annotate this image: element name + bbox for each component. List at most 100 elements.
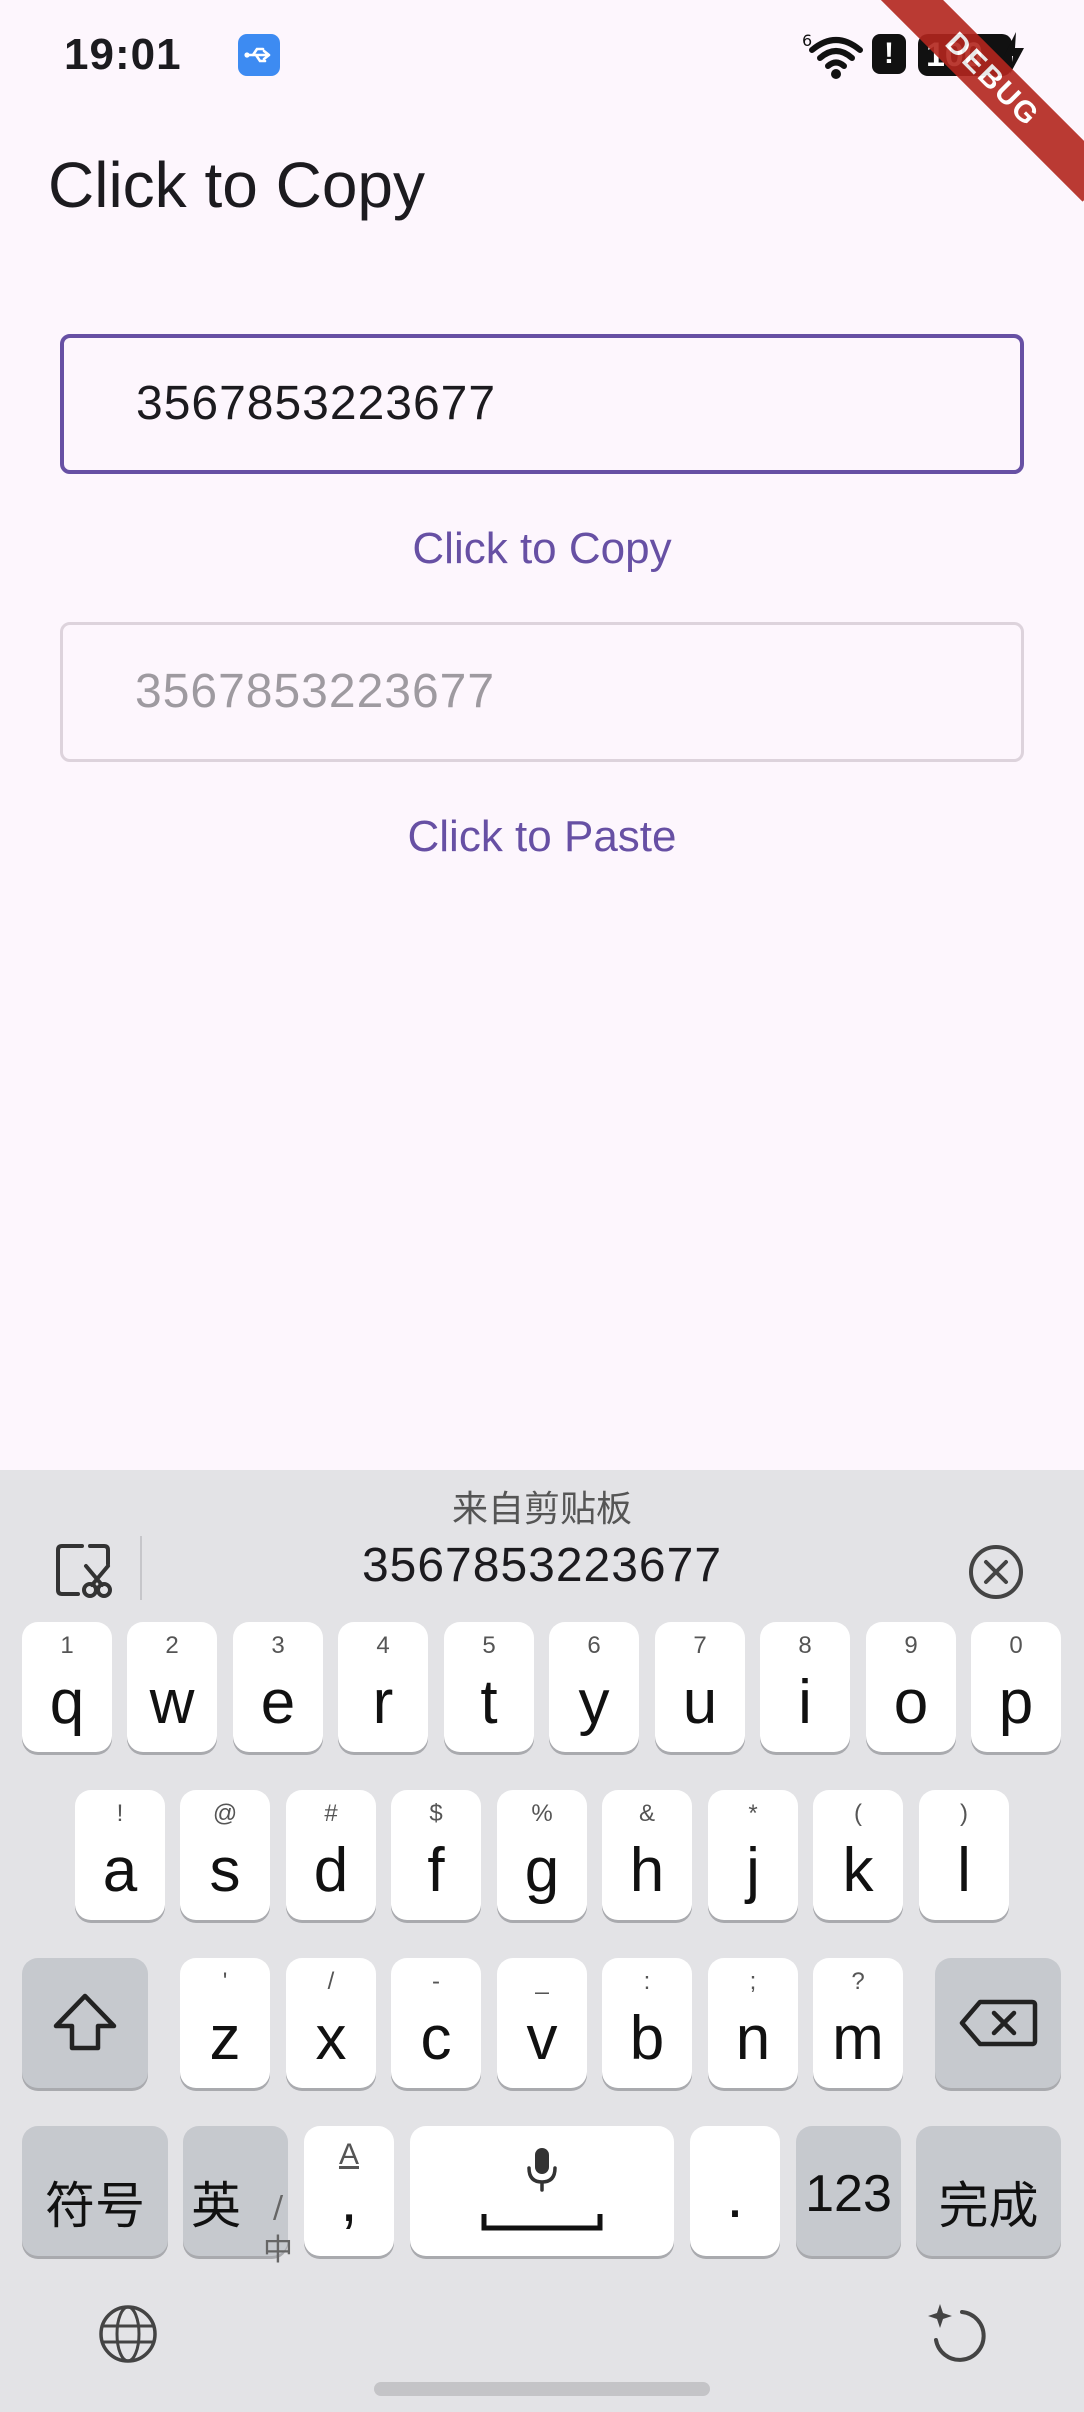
copy-button[interactable]: Click to Copy [0,514,1084,584]
key-label: t [480,1668,498,1737]
charging-bolt-icon [1004,32,1024,74]
key-d[interactable]: # d [286,1790,376,1920]
clipboard-item[interactable]: 3567853223677 [0,1538,1084,1593]
key-j[interactable]: * j [708,1790,798,1920]
key-sub-label: ! [116,1800,124,1827]
key-s[interactable]: @ s [180,1790,270,1920]
key-label: e [260,1668,296,1737]
key-q[interactable]: 1q [22,1622,112,1752]
paste-text-field[interactable]: 3567853223677 [60,622,1024,762]
key-label: i [798,1668,812,1737]
key-sub-label: ) [960,1800,968,1827]
key-o[interactable]: 9o [866,1622,956,1752]
key-t[interactable]: 5t [444,1622,534,1752]
key-l[interactable]: ) l [919,1790,1009,1920]
space-key[interactable] [410,2126,674,2256]
status-time: 19:01 [64,30,182,79]
key-label: c [420,2004,452,2073]
key-u[interactable]: 7u [655,1622,745,1752]
key-label: v [526,2004,558,2073]
paste-field-value: 3567853223677 [135,665,496,718]
key-w[interactable]: 2w [127,1622,217,1752]
alert-icon: ! [872,34,906,74]
copy-text-field[interactable]: 3567853223677 [60,334,1024,474]
key-sub-label: 8 [798,1632,812,1659]
period-key-label: . [726,2162,744,2231]
key-label: b [629,2004,665,2073]
key-label: h [629,1836,665,1905]
key-label: p [998,1668,1034,1737]
key-label: l [957,1836,971,1905]
key-sub-label: # [324,1800,338,1827]
numbers-key[interactable]: 123 [796,2126,901,2256]
key-v[interactable]: _ v [497,1958,587,2088]
done-key[interactable]: 完成 [916,2126,1061,2256]
key-r[interactable]: 4r [338,1622,428,1752]
key-c[interactable]: -c [391,1958,481,2088]
key-sub-label: : [643,1968,651,1995]
clipboard-header: 来自剪贴板 [451,1489,632,1530]
key-label: x [315,2004,347,2073]
lang-key-main: 英 [191,2177,241,2235]
key-sub-label: % [531,1800,553,1827]
soft-keyboard: 来自剪贴板 3567853223677 1q 2w 3e 4r 5t 6y 7u… [0,1470,1084,2412]
language-switch-key[interactable]: 英 /中 [183,2126,293,2268]
shift-icon [53,1993,117,2051]
clipboard-close-icon[interactable] [966,1542,1026,1602]
key-sub-label: ( [854,1800,862,1827]
key-m[interactable]: ? m [813,1958,903,2088]
key-h[interactable]: & h [602,1790,692,1920]
key-x[interactable]: / x [286,1958,376,2088]
key-n[interactable]: ; n [708,1958,798,2088]
key-b[interactable]: :b [602,1958,692,2088]
key-label: s [209,1836,241,1905]
key-f[interactable]: $ f [391,1790,481,1920]
home-indicator[interactable] [374,2382,710,2396]
symbols-key[interactable]: 符号 [22,2126,168,2256]
period-key[interactable]: . [690,2126,780,2256]
battery-icon: 100 [918,34,1012,76]
copy-field-value: 3567853223677 [136,377,497,430]
key-p[interactable]: 0p [971,1622,1061,1752]
key-i[interactable]: 8i [760,1622,850,1752]
key-label: a [102,1836,138,1905]
globe-icon[interactable] [96,2302,160,2366]
key-sub-label: 3 [271,1632,285,1659]
key-label: u [682,1668,718,1737]
wifi-icon: 6 [802,31,863,79]
comma-key-label: , [340,2166,358,2235]
comma-key[interactable]: A , [304,2126,394,2256]
key-sub-label: _ [535,1968,549,1995]
backspace-key[interactable] [935,1958,1061,2088]
paste-button[interactable]: Click to Paste [0,802,1084,872]
key-sub-label: 1 [60,1632,74,1659]
lang-key-alt: /中 [263,2190,293,2268]
key-sub-label: ? [851,1968,865,1995]
key-label: j [746,1836,760,1905]
key-sub-label: * [748,1800,758,1827]
shift-key[interactable] [22,1958,148,2088]
key-sub-label: 5 [482,1632,496,1659]
svg-text:6: 6 [802,31,812,50]
key-label: g [524,1836,560,1905]
key-z[interactable]: ' z [180,1958,270,2088]
done-key-label: 完成 [938,2177,1039,2235]
key-a[interactable]: ! a [75,1790,165,1920]
key-label: z [209,2004,241,2073]
key-sub-label: $ [429,1800,443,1827]
key-y[interactable]: 6y [549,1622,639,1752]
key-sub-label: 6 [587,1632,601,1659]
key-label: o [893,1668,929,1737]
key-sub-label: 7 [693,1632,707,1659]
key-label: d [313,1836,349,1905]
numbers-key-label: 123 [805,2165,892,2223]
key-sub-label: ' [222,1968,228,1995]
ai-refresh-icon[interactable] [922,2298,992,2368]
key-e[interactable]: 3e [233,1622,323,1752]
key-g[interactable]: % g [497,1790,587,1920]
key-sub-label: 4 [376,1632,390,1659]
microphone-icon [527,2148,557,2192]
key-sub-label: 0 [1009,1632,1023,1659]
key-k[interactable]: (k [813,1790,903,1920]
status-bar: 19:01 6 ! 100 [0,0,1084,110]
